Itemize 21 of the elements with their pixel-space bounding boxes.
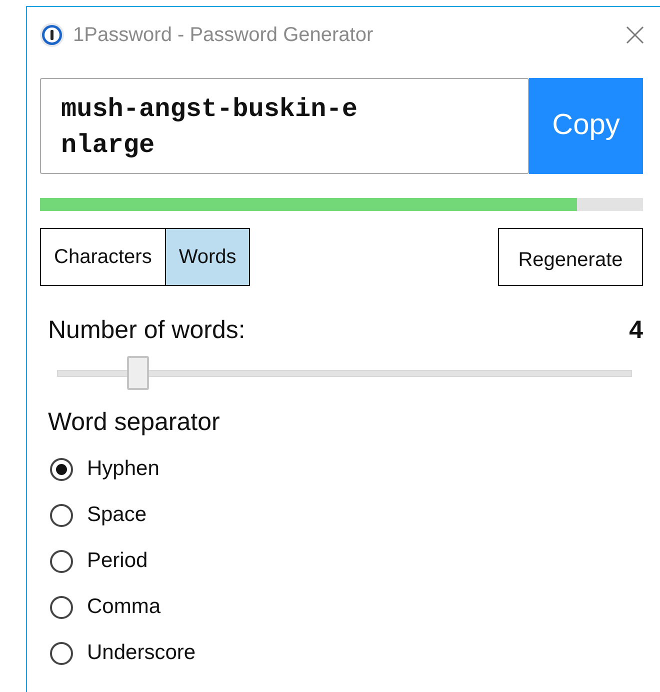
close-icon[interactable] [626, 26, 644, 44]
radio-button[interactable] [50, 642, 73, 664]
radio-button[interactable] [50, 596, 73, 618]
radio-button[interactable] [50, 550, 73, 572]
radio-label: Period [87, 548, 148, 574]
radio-label: Space [87, 502, 147, 528]
radio-label: Underscore [87, 640, 196, 666]
app-logo-icon [39, 22, 65, 48]
mode-tab[interactable]: Characters [40, 228, 166, 286]
slider-thumb[interactable] [127, 356, 150, 390]
radio-button[interactable] [50, 504, 73, 526]
separator-heading: Word separator [48, 406, 221, 438]
radio-label: Hyphen [87, 456, 160, 482]
radio-button[interactable] [50, 458, 73, 480]
window-title: 1Password - Password Generator [73, 23, 374, 48]
password-field[interactable]: mush-angst-buskin-enlarge [40, 78, 529, 174]
mode-tab[interactable]: Words [166, 228, 250, 286]
word-count-value: 4 [629, 315, 643, 346]
radio-label: Comma [87, 594, 161, 620]
regenerate-button[interactable]: Regenerate [498, 228, 643, 286]
word-count-label: Number of words: [48, 315, 246, 346]
